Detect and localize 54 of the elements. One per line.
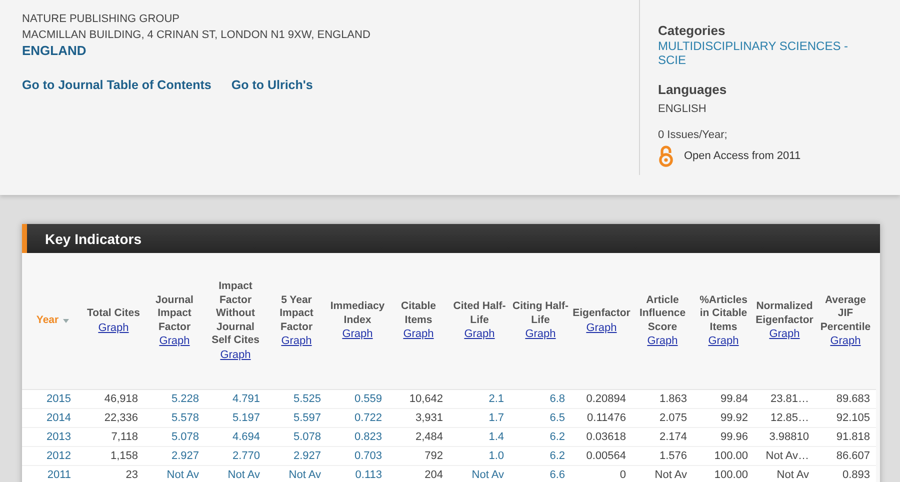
graph-link[interactable]: Graph xyxy=(159,335,190,348)
column-header: Immediacy Index xyxy=(329,300,386,328)
journal-link[interactable]: Go to Journal Table of Contents xyxy=(22,78,212,92)
table-cell: 0 xyxy=(571,466,632,482)
table-cell: Not Av xyxy=(754,466,815,482)
graph-link[interactable]: Graph xyxy=(586,322,617,335)
graph-link[interactable]: Graph xyxy=(403,328,434,342)
table-cell: 23 xyxy=(83,466,144,482)
table-cell: 100.00 xyxy=(693,466,754,482)
graph-link[interactable]: Graph xyxy=(769,328,800,342)
languages-heading: Languages xyxy=(658,82,728,98)
sort-arrow-icon xyxy=(62,319,69,323)
table-cell: Not Av xyxy=(632,466,693,482)
publisher-address: MACMILLAN BUILDING, 4 CRINAN ST, LONDON N1 9XW, ENGLAND xyxy=(22,28,372,43)
open-lock-icon xyxy=(658,145,674,167)
graph-link[interactable]: Graph xyxy=(464,328,495,342)
column-header: 5 Year Impact Factor xyxy=(278,294,314,334)
language-value: ENGLISH xyxy=(658,102,708,117)
graph-link[interactable]: Graph xyxy=(281,335,312,348)
table-cell[interactable]: 2011 xyxy=(22,466,83,482)
table-cell[interactable]: Not Av xyxy=(205,466,266,482)
table-cell[interactable]: Not Av xyxy=(266,466,327,482)
graph-link[interactable]: Graph xyxy=(98,322,129,335)
column-header: Citable Items xyxy=(400,300,437,328)
graph-link[interactable]: Graph xyxy=(647,335,678,348)
journal-link[interactable]: Go to Ulrich's xyxy=(231,78,313,92)
column-header: Normalized Eigenfactor xyxy=(755,300,814,328)
column-header: Cited Half-Life xyxy=(452,300,507,328)
table-cell: 0.893 xyxy=(815,466,876,482)
categories-heading: Categories xyxy=(658,23,726,39)
section-header: Key Indicators xyxy=(22,224,880,253)
column-header: Article Influence Score xyxy=(638,294,687,334)
column-header: Eigenfactor xyxy=(572,307,630,320)
table-cell: 204 xyxy=(388,466,449,482)
column-header: Citing Half-Life xyxy=(512,300,570,328)
publisher-name: NATURE PUBLISHING GROUP xyxy=(22,12,180,27)
graph-link[interactable]: Graph xyxy=(708,335,739,348)
table-cell[interactable]: 0.113 xyxy=(327,466,388,482)
graph-link[interactable]: Graph xyxy=(342,328,373,342)
column-header: Average JIF Percentile xyxy=(819,294,872,334)
category-link[interactable]: MULTIDISCIPLINARY SCIENCES - SCIE xyxy=(658,39,858,67)
graph-link[interactable]: Graph xyxy=(220,348,251,362)
graph-link[interactable]: Graph xyxy=(830,335,861,348)
issues-per-year: 0 Issues/Year; xyxy=(658,128,728,143)
column-header: %Articles in Citable Items xyxy=(698,294,748,334)
table-cell[interactable]: 6.6 xyxy=(510,466,571,482)
graph-link[interactable]: Graph xyxy=(525,328,556,342)
column-header: Journal Impact Factor xyxy=(154,294,194,334)
column-header: Total Cites xyxy=(87,307,140,320)
table-cell[interactable]: Not Av xyxy=(144,466,205,482)
column-header: Impact Factor Without Journal Self Cites xyxy=(210,280,260,348)
table-cell[interactable]: Not Av xyxy=(449,466,510,482)
open-access-label: Open Access from 2011 xyxy=(684,150,801,162)
country-label: ENGLAND xyxy=(22,43,88,59)
